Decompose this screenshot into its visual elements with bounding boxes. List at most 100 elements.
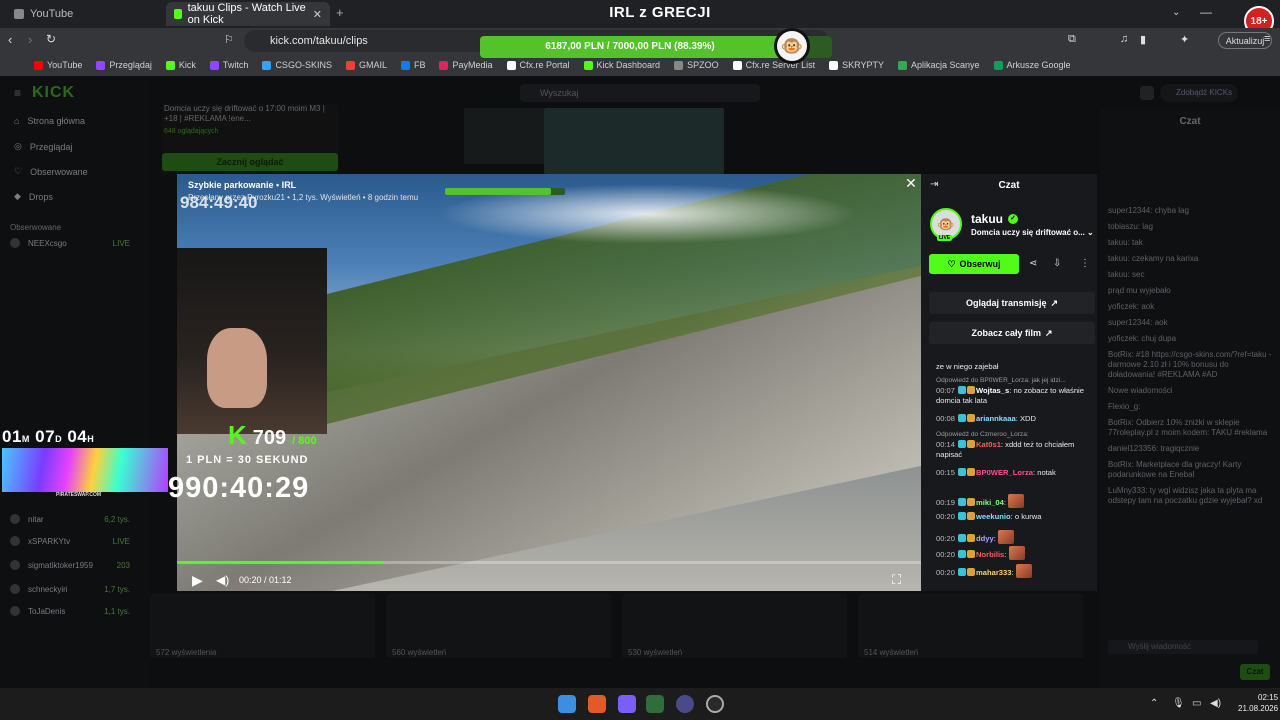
bookmark-item[interactable]: PayMedia bbox=[439, 60, 493, 70]
bookmark-item[interactable]: Przeglądaj bbox=[96, 60, 152, 70]
bg-thumbnail[interactable] bbox=[544, 108, 724, 174]
chat-username[interactable]: Kat0s1 bbox=[976, 440, 1001, 449]
star-icon[interactable]: ✦ bbox=[1180, 33, 1189, 46]
chat-timestamp: 00:08 bbox=[936, 414, 956, 423]
close-tab-icon[interactable]: ✕ bbox=[313, 8, 322, 21]
watch-stream-button[interactable]: Oglądaj transmisję ↗ bbox=[929, 292, 1095, 314]
discord-icon[interactable] bbox=[618, 695, 636, 713]
search-input[interactable]: Wyszukaj bbox=[520, 84, 760, 102]
video-progress-bar[interactable] bbox=[177, 561, 921, 564]
bookmark-item[interactable]: Kick bbox=[165, 60, 196, 70]
drops-button[interactable]: Zdobądź KICKs bbox=[1160, 84, 1238, 102]
system-clock[interactable]: 02:15 21.08.2026 bbox=[1238, 692, 1278, 714]
chat-username[interactable]: Norbilis bbox=[976, 550, 1004, 559]
follow-button[interactable]: ♡ Obserwuj bbox=[929, 254, 1019, 274]
bookmark-icon bbox=[829, 60, 839, 70]
background-chat-line: BotRix: Odbierz 10% zniżki w sklepie 77r… bbox=[1108, 418, 1268, 437]
followed-channel[interactable]: xSPARKYtv LIVE bbox=[10, 536, 130, 546]
gift-badge-icon bbox=[967, 498, 976, 506]
followed-channel[interactable]: nitar 6,2 tys. bbox=[10, 514, 130, 524]
sidebar-icon[interactable]: ▮ bbox=[1140, 33, 1146, 46]
update-button[interactable]: Aktualizuj bbox=[1218, 32, 1272, 49]
tab-label: takuu Clips - Watch Live on Kick bbox=[187, 2, 306, 26]
start-icon[interactable] bbox=[558, 695, 576, 713]
chat-username[interactable]: Wojtas_s bbox=[976, 386, 1009, 395]
bg-clip-views: 514 wyświetleń bbox=[864, 648, 919, 657]
monitor-icon[interactable]: ▭ bbox=[1192, 698, 1201, 709]
sidebar-item[interactable]: ◎ Przeglądaj bbox=[14, 141, 72, 152]
steam-icon[interactable] bbox=[706, 695, 724, 713]
sidebar-item[interactable]: ◆ Drops bbox=[14, 191, 53, 202]
volume-icon[interactable]: ◀) bbox=[216, 573, 229, 587]
background-chat-title: Czat bbox=[1179, 116, 1201, 127]
more-options-icon[interactable]: ⋮ bbox=[1080, 258, 1090, 269]
sidebar-item[interactable]: ⌂ Strona główna bbox=[14, 116, 85, 126]
bookmark-item[interactable]: Cfx.re Server List bbox=[732, 60, 815, 70]
chat-username[interactable]: ariannkaaa bbox=[976, 414, 1016, 423]
bookmark-item[interactable]: Cfx.re Portal bbox=[506, 60, 570, 70]
followed-channel[interactable]: sigmatiktoker1959 203 bbox=[10, 560, 130, 570]
new-tab-button[interactable]: + bbox=[336, 5, 344, 20]
bookmark-item[interactable]: Arkusze Google bbox=[993, 60, 1071, 70]
bookmark-icon bbox=[897, 60, 907, 70]
followed-header: Obserwowane bbox=[10, 223, 62, 232]
chat-username[interactable]: BP0WER_Lorza bbox=[976, 468, 1033, 477]
fullscreen-icon[interactable]: ⛶ bbox=[892, 572, 901, 588]
chat-username[interactable]: weekunio bbox=[976, 512, 1011, 521]
grid-icon[interactable] bbox=[1140, 86, 1154, 100]
speaker-icon[interactable]: ◀) bbox=[1210, 698, 1221, 709]
bookmark-item[interactable]: GMAIL bbox=[345, 60, 387, 70]
bg-start-watching-button[interactable]: Zacznij oglądać bbox=[162, 153, 338, 171]
microphone-icon[interactable]: 🎙 bbox=[1172, 698, 1185, 709]
chat-message-text: Odpowiedź do Czmeroo_Lorza: bbox=[936, 431, 1029, 438]
bookmark-item[interactable]: CSGO-SKINS bbox=[262, 60, 332, 70]
watch-full-video-button[interactable]: Zobacz cały film ↗ bbox=[929, 322, 1095, 344]
chat-title: Czat bbox=[998, 180, 1020, 191]
tray-chevron-icon[interactable]: ⌃ bbox=[1150, 698, 1158, 709]
bookmark-item[interactable]: SKRYPTY bbox=[829, 60, 884, 70]
chat-username[interactable]: ddyy bbox=[976, 534, 994, 543]
bookmark-item[interactable]: FB bbox=[400, 60, 425, 70]
extensions-icon[interactable]: ⧉ bbox=[1068, 33, 1076, 46]
background-chat-input[interactable]: Wyślij wiadomość bbox=[1108, 640, 1258, 654]
forward-icon[interactable]: › bbox=[28, 32, 32, 47]
bookmark-item[interactable]: Aplikacja Scanye bbox=[897, 60, 980, 70]
tab-kick-clips[interactable]: takuu Clips - Watch Live on Kick ✕ bbox=[166, 2, 330, 26]
sidebar-toggle-icon[interactable]: ≡ bbox=[14, 86, 21, 100]
kick-k-icon: K bbox=[228, 420, 247, 450]
subscriber-badge-icon bbox=[958, 468, 967, 476]
share-icon[interactable]: ⋖ bbox=[1029, 258, 1037, 269]
bookmark-icon[interactable]: ⚐ bbox=[224, 33, 234, 46]
background-chat-send-button[interactable]: Czat bbox=[1240, 664, 1270, 680]
clip-video[interactable] bbox=[177, 174, 921, 591]
bg-thumbnail[interactable] bbox=[464, 108, 544, 164]
minimize-button[interactable]: — bbox=[1200, 5, 1212, 19]
kick-logo[interactable]: KICK bbox=[32, 84, 75, 102]
bookmark-item[interactable]: Kick Dashboard bbox=[583, 60, 660, 70]
stream-title[interactable]: Domcia uczy się driftować o... ⌄ bbox=[971, 228, 1095, 237]
background-chat-line: BotRix: #18 https://csgo-skins.com/?ref=… bbox=[1108, 350, 1272, 379]
bookmark-item[interactable]: YouTube bbox=[34, 60, 82, 70]
bookmark-icon bbox=[34, 60, 43, 70]
play-icon[interactable]: ▶ bbox=[192, 572, 203, 589]
tab-youtube[interactable]: YouTube bbox=[6, 2, 166, 26]
reload-icon[interactable]: ↻ bbox=[46, 32, 56, 46]
bookmark-item[interactable]: Twitch bbox=[209, 60, 249, 70]
followed-channel[interactable]: NEEXcsgo LIVE bbox=[10, 238, 130, 248]
back-icon[interactable]: ‹ bbox=[8, 32, 12, 47]
sidebar-item[interactable]: ♡ Obserwowane bbox=[14, 166, 88, 177]
followed-channel[interactable]: schneckyiri 1,7 tys. bbox=[10, 584, 130, 594]
bookmark-label: Twitch bbox=[222, 60, 249, 70]
brave-browser-icon[interactable] bbox=[588, 695, 606, 713]
followed-channel[interactable]: ToJaDenis 1,1 tys. bbox=[10, 606, 130, 616]
chat-username[interactable]: mahar333 bbox=[976, 568, 1011, 577]
obs-icon[interactable] bbox=[676, 695, 694, 713]
streamer-name[interactable]: takuu ✓ bbox=[971, 212, 1019, 226]
chat-username[interactable]: miki_04 bbox=[976, 498, 1004, 507]
excel-icon[interactable] bbox=[646, 695, 664, 713]
download-icon[interactable]: ⇩ bbox=[1053, 258, 1061, 269]
bookmark-item[interactable]: SPZOO bbox=[674, 60, 719, 70]
tab-search-icon[interactable]: ⌄ bbox=[1172, 7, 1180, 18]
close-modal-icon[interactable]: ✕ bbox=[904, 176, 918, 190]
music-icon[interactable]: ♫ bbox=[1120, 33, 1128, 45]
